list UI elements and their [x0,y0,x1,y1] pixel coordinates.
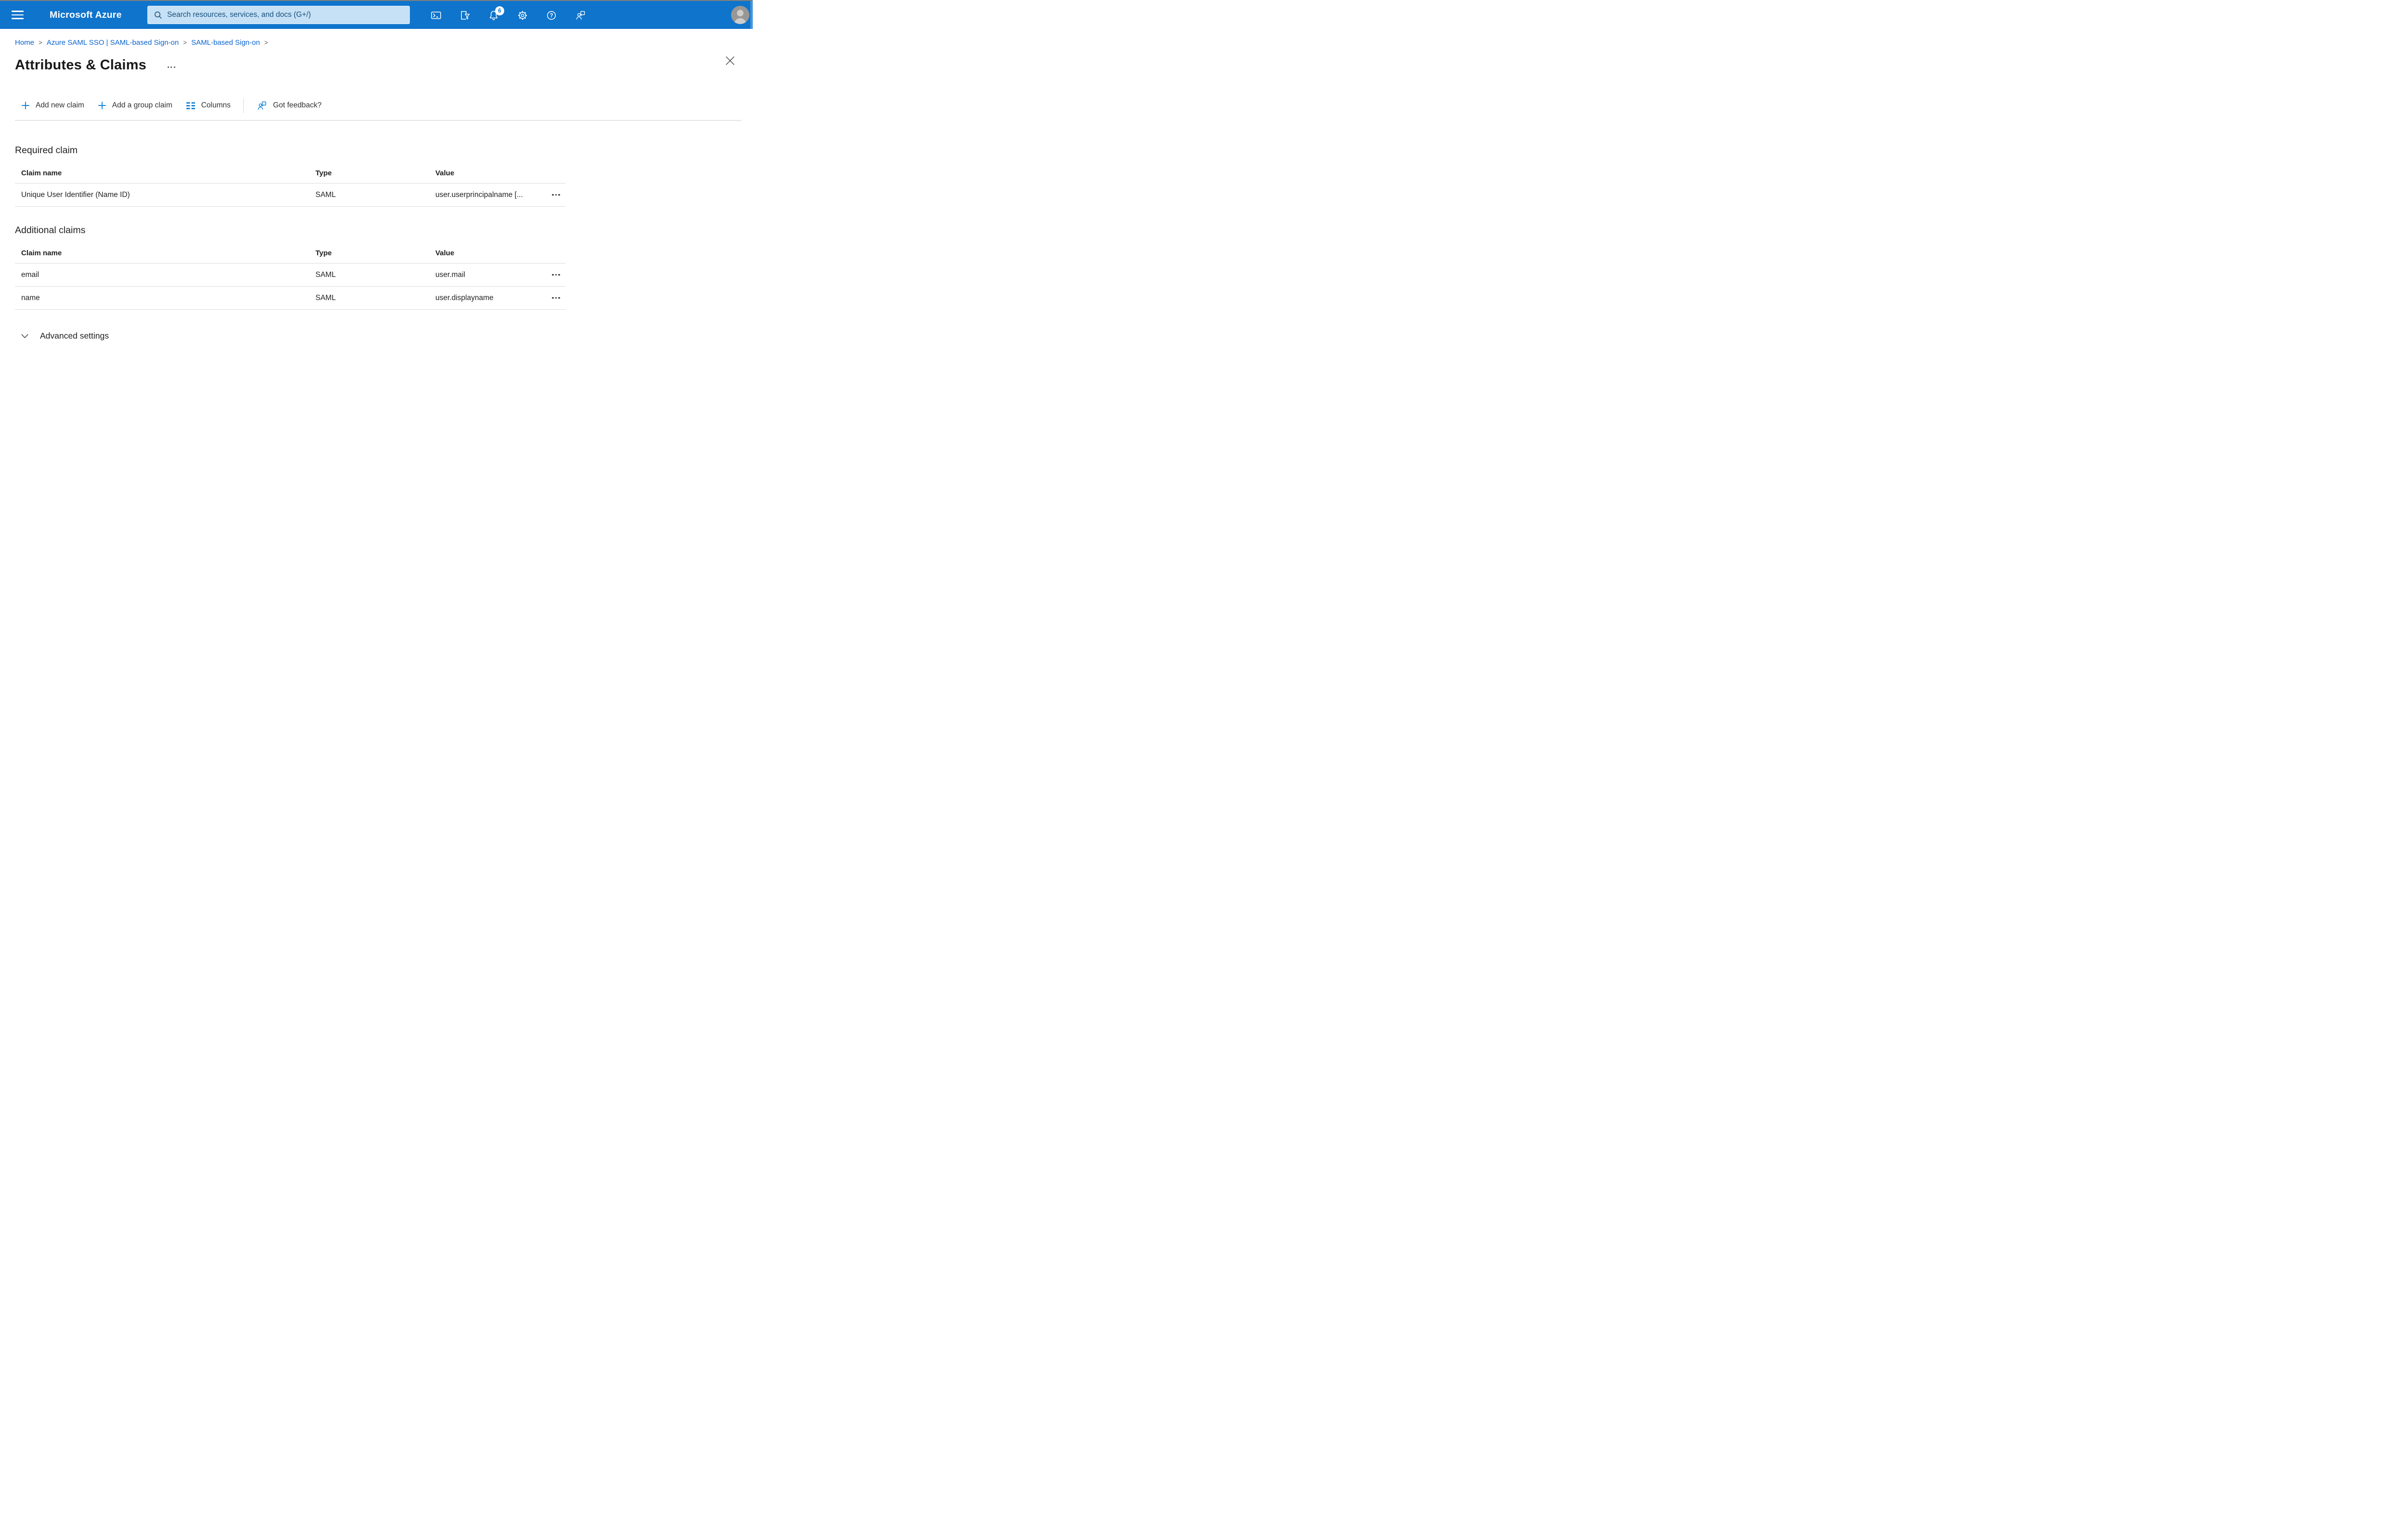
plus-icon [98,101,106,110]
user-avatar[interactable] [731,6,749,24]
command-bar: Add new claim Add a group claim Columns [21,97,753,114]
claim-name-cell: name [21,293,40,302]
columns-button[interactable]: Columns [186,101,231,110]
column-header-type: Type [315,169,332,177]
columns-icon [186,102,196,110]
claim-type-cell: SAML [315,190,336,199]
page-header: Attributes & Claims [0,55,753,75]
row-menu-button[interactable] [550,271,562,279]
close-icon [723,56,737,66]
add-new-claim-label: Add new claim [36,101,84,109]
header-scroll-strip [750,1,753,29]
svg-text:?: ? [550,13,553,19]
column-header-value: Value [435,169,455,177]
breadcrumb: Home > Azure SAML SSO | SAML-based Sign-… [0,39,753,47]
context-menu-icon[interactable] [167,66,175,68]
top-bar: Microsoft Azure Search resources, servic… [0,1,753,30]
add-new-claim-button[interactable]: Add new claim [21,101,84,110]
breadcrumb-separator: > [39,39,42,46]
section-heading-required-claim: Required claim [15,145,78,156]
table-header-row: Claim name Type Value [15,236,566,263]
add-group-claim-label: Add a group claim [112,101,172,109]
columns-label: Columns [201,101,231,109]
search-input[interactable] [167,6,409,24]
feedback-button[interactable] [573,8,588,23]
add-group-claim-button[interactable]: Add a group claim [98,101,172,110]
claim-row-nameid[interactable]: Unique User Identifier (Name ID) SAML us… [15,184,566,207]
product-name: Microsoft Azure [50,9,122,20]
notification-badge: 6 [495,6,504,15]
hamburger-menu-button[interactable] [12,8,27,22]
column-header-type: Type [315,249,332,257]
claim-type-cell: SAML [315,293,336,302]
claim-name-cell: Unique User Identifier (Name ID) [21,190,130,199]
chevron-down-icon [21,334,28,339]
toolbar-divider [243,98,244,113]
toolbar-divider-line [15,120,742,121]
global-search-box[interactable] [147,6,410,24]
cloud-shell-icon [430,10,442,21]
directory-filter-icon [459,10,471,21]
table-header-row: Claim name Type Value [15,156,566,184]
feedback-icon [575,10,586,21]
feedback-icon [256,100,267,111]
breadcrumb-separator: > [183,39,187,46]
plus-icon [21,101,30,110]
help-button[interactable]: ? [544,8,559,23]
advanced-settings-toggle[interactable]: Advanced settings [21,331,109,341]
breadcrumb-link-saml-signon[interactable]: SAML-based Sign-on [191,39,260,47]
got-feedback-label: Got feedback? [273,101,322,109]
row-menu-button[interactable] [550,191,562,199]
page-title: Attributes & Claims [15,57,146,73]
claim-name-cell: email [21,270,39,279]
close-button[interactable] [723,54,737,67]
additional-claims-table: Claim name Type Value email SAML user.ma… [15,236,566,310]
directory-filter-button[interactable] [458,8,472,23]
row-menu-button[interactable] [550,294,562,302]
advanced-settings-label: Advanced settings [40,331,109,341]
claim-row-email[interactable]: email SAML user.mail [15,263,566,287]
breadcrumb-link-sso-app[interactable]: Azure SAML SSO | SAML-based Sign-on [47,39,179,47]
bell-icon: 6 [488,6,504,21]
help-icon: ? [546,10,557,21]
claim-row-name[interactable]: name SAML user.displayname [15,287,566,310]
cloud-shell-button[interactable] [429,8,443,23]
claim-value-cell: user.mail [435,270,466,279]
column-header-claim-name: Claim name [21,249,62,257]
azure-portal-page: Microsoft Azure Search resources, servic… [0,0,753,381]
settings-button[interactable] [515,8,530,23]
section-heading-additional-claims: Additional claims [15,225,86,236]
required-claim-table: Claim name Type Value Unique User Identi… [15,156,566,207]
breadcrumb-separator: > [264,39,268,46]
got-feedback-button[interactable]: Got feedback? [256,100,322,111]
gear-icon [517,10,528,21]
breadcrumb-link-home[interactable]: Home [15,39,34,47]
claim-value-cell: user.displayname [435,293,494,302]
column-header-value: Value [435,249,455,257]
column-header-claim-name: Claim name [21,169,62,177]
search-icon [154,11,162,19]
notifications-button[interactable]: 6 [486,6,504,23]
claim-value-cell: user.userprincipalname [... [435,190,523,199]
claim-type-cell: SAML [315,270,336,279]
